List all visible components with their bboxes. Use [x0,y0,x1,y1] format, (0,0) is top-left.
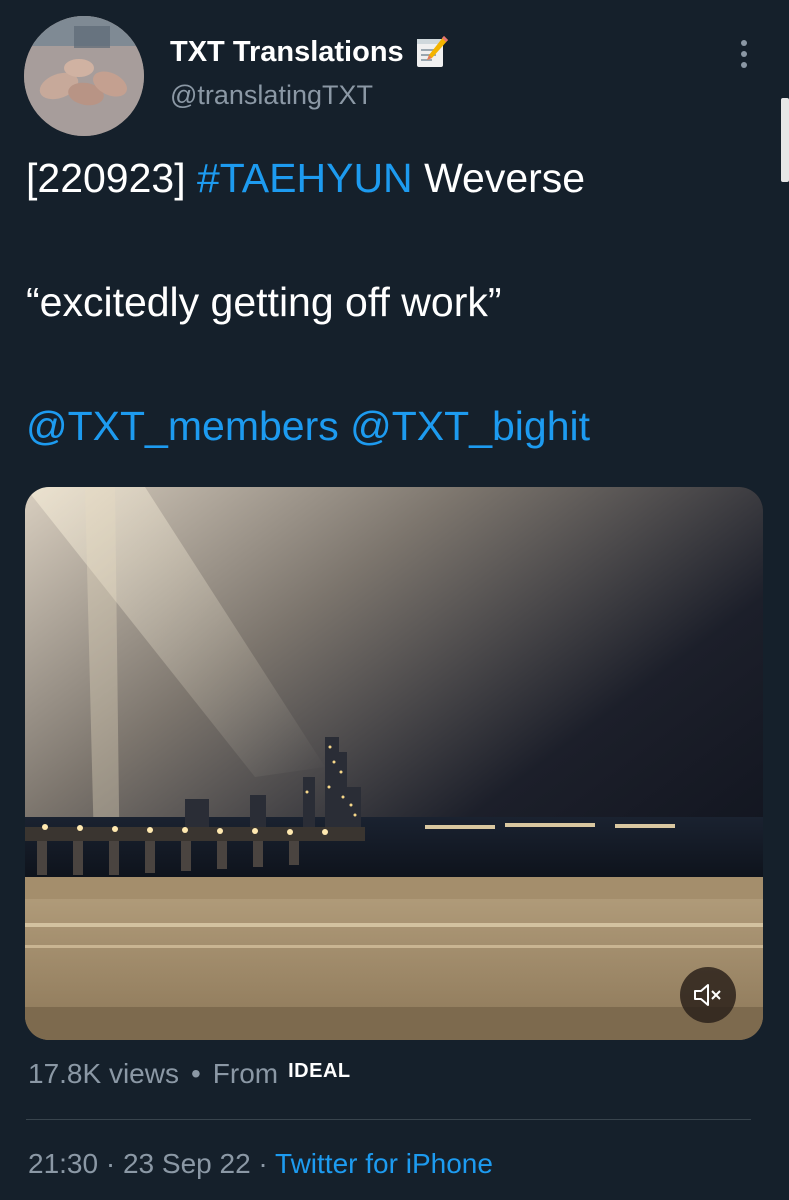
hashtag-link[interactable]: #TAEHYUN [197,155,413,201]
tweet-mentions: @TXT_members @TXT_bighit [26,395,766,457]
author-handle[interactable]: @translatingTXT [170,80,373,111]
mention-link-bighit[interactable]: @TXT_bighit [350,403,590,449]
tweet-date[interactable]: 23 Sep 22 [123,1148,251,1179]
meta-separator: · [258,1148,268,1179]
display-name-text: TXT Translations [170,35,404,68]
video-stats: 17.8K views • From IDEAL [28,1058,351,1090]
tweet-time[interactable]: 21:30 [28,1148,98,1179]
video-player[interactable] [25,487,763,1040]
memo-icon [416,36,448,67]
tweet-line-1: [220923] #TAEHYUN Weverse [26,147,766,209]
more-options-icon[interactable] [736,38,752,70]
tweet-quote: “excitedly getting off work” [26,279,502,325]
avatar[interactable] [24,16,144,136]
divider [26,1119,751,1120]
speaker-muted-icon [694,984,721,1006]
tweet-text: [220923] #TAEHYUN Weverse “excitedly get… [26,147,766,457]
source-account-logo[interactable]: IDEAL [288,1060,351,1083]
author-display-name[interactable]: TXT Translations [170,34,450,70]
mute-toggle-button[interactable] [680,967,736,1023]
video-frame [25,487,763,1040]
scrollbar-thumb[interactable] [781,98,789,182]
mention-link-members[interactable]: @TXT_members [26,403,339,449]
client-link[interactable]: Twitter for iPhone [275,1148,493,1179]
view-count: 17.8K views [28,1058,179,1089]
tweet-date-prefix: [220923] [26,155,197,201]
meta-separator: · [105,1148,116,1179]
tweet-meta: 21:30 · 23 Sep 22 · Twitter for iPhone [28,1148,493,1180]
avatar-image [24,16,144,136]
tweet-source-text: Weverse [412,155,586,201]
bullet-separator: • [190,1058,201,1089]
from-label: From [212,1058,279,1089]
